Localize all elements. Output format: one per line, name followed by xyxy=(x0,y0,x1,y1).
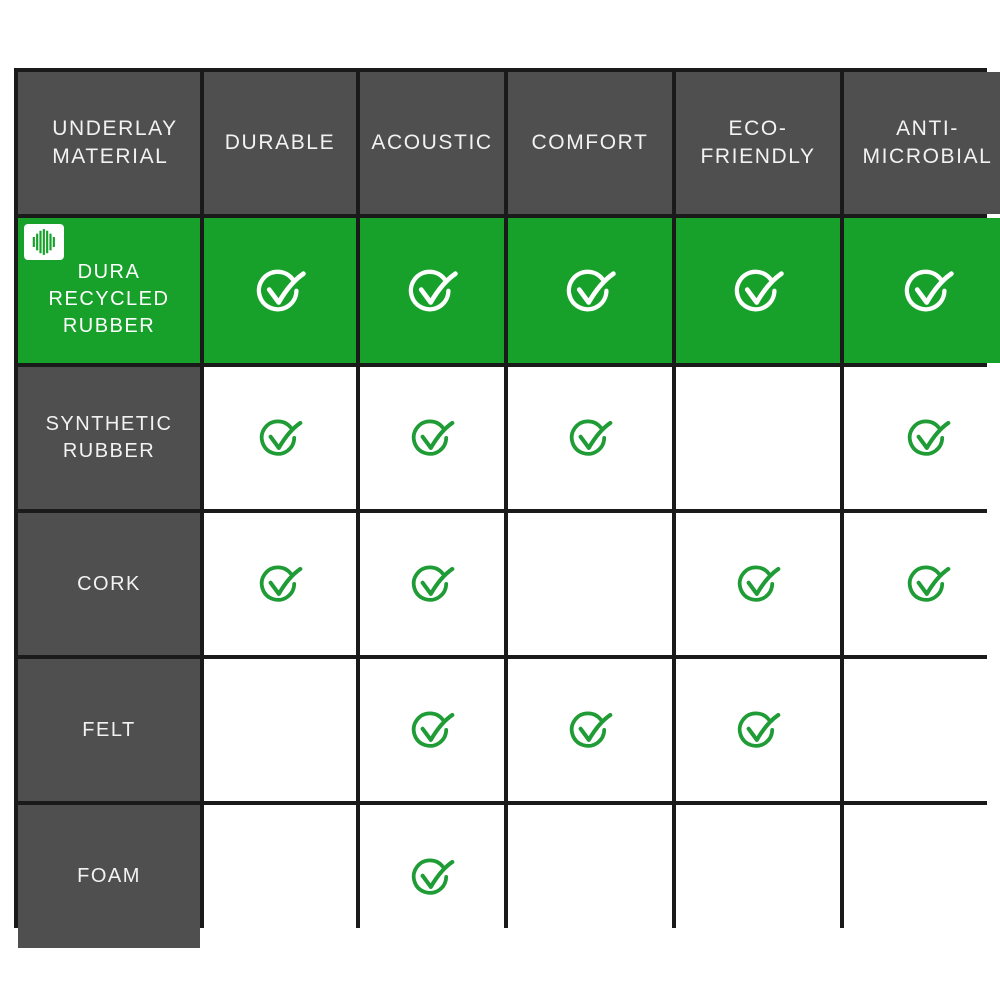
column-header-material: UNDERLAY MATERIAL xyxy=(18,72,200,214)
check-circle-icon xyxy=(259,565,303,602)
check-circle-icon xyxy=(737,565,781,602)
check-circle-icon xyxy=(569,711,613,748)
cell-eco-row-3 xyxy=(676,659,840,801)
cell-comfort-row-1 xyxy=(508,367,672,509)
column-header-comfort: COMFORT xyxy=(508,72,672,214)
column-header-antimicrobial: ANTI- MICROBIAL xyxy=(844,72,1000,214)
check-circle-icon xyxy=(569,419,613,456)
cell-comfort-row-2 xyxy=(508,513,672,655)
column-header-eco: ECO- FRIENDLY xyxy=(676,72,840,214)
check-circle-icon xyxy=(411,565,455,602)
check-circle-icon xyxy=(904,269,954,311)
check-circle-icon xyxy=(411,419,455,456)
column-header-label: ACOUSTIC xyxy=(371,131,493,155)
cell-comfort-row-0 xyxy=(508,218,672,363)
cell-antimicrobial-row-4 xyxy=(844,805,1000,948)
column-header-label: UNDERLAY MATERIAL xyxy=(52,117,178,168)
column-header-label: ECO- FRIENDLY xyxy=(700,117,816,168)
row-header-label: SYNTHETIC RUBBER xyxy=(45,413,173,462)
comparison-table-page: UNDERLAY MATERIAL DURABLE ACOUSTIC COMFORT E… xyxy=(0,0,1000,1000)
row-header-0: DURA RECYCLED RUBBER xyxy=(18,218,200,363)
column-header-label: COMFORT xyxy=(531,131,649,155)
cell-acoustic-row-1 xyxy=(360,367,504,509)
check-circle-icon xyxy=(256,269,306,311)
row-header-label: FOAM xyxy=(77,865,141,888)
column-header-durable: DURABLE xyxy=(204,72,356,214)
underlay-material-comparison-table: UNDERLAY MATERIAL DURABLE ACOUSTIC COMFORT E… xyxy=(14,68,1000,948)
row-header-3: FELT xyxy=(18,659,200,801)
row-header-4: FOAM xyxy=(18,805,200,948)
check-circle-icon xyxy=(737,711,781,748)
cell-antimicrobial-row-1 xyxy=(844,367,1000,509)
cell-durable-row-1 xyxy=(204,367,356,509)
cell-eco-row-1 xyxy=(676,367,840,509)
cell-acoustic-row-0 xyxy=(360,218,504,363)
cell-acoustic-row-4 xyxy=(360,805,504,948)
check-circle-icon xyxy=(907,419,950,456)
dura-brand-logo-icon xyxy=(32,229,55,255)
row-header-1: SYNTHETIC RUBBER xyxy=(18,367,200,509)
cell-comfort-row-4 xyxy=(508,805,672,948)
column-header-label: ANTI- MICROBIAL xyxy=(862,117,993,168)
cell-eco-row-4 xyxy=(676,805,840,948)
check-circle-icon xyxy=(734,269,784,311)
row-header-2: CORK xyxy=(18,513,200,655)
check-circle-icon xyxy=(566,269,616,311)
cell-antimicrobial-row-0 xyxy=(844,218,1000,363)
cell-eco-row-0 xyxy=(676,218,840,363)
cell-antimicrobial-row-2 xyxy=(844,513,1000,655)
check-circle-icon xyxy=(411,858,455,895)
row-header-label: FELT xyxy=(82,718,136,741)
cell-durable-row-3 xyxy=(204,659,356,801)
cell-acoustic-row-3 xyxy=(360,659,504,801)
check-circle-icon xyxy=(259,419,303,456)
cell-antimicrobial-row-3 xyxy=(844,659,1000,801)
cell-durable-row-0 xyxy=(204,218,356,363)
cell-eco-row-2 xyxy=(676,513,840,655)
cell-comfort-row-3 xyxy=(508,659,672,801)
column-header-acoustic: ACOUSTIC xyxy=(360,72,504,214)
cell-durable-row-4 xyxy=(204,805,356,948)
check-circle-icon xyxy=(907,565,950,602)
dura-brand-logo-badge xyxy=(24,224,64,260)
cell-acoustic-row-2 xyxy=(360,513,504,655)
row-header-label: CORK xyxy=(77,572,141,595)
check-circle-icon xyxy=(408,269,458,311)
row-header-label: DURA RECYCLED RUBBER xyxy=(48,261,170,337)
check-circle-icon xyxy=(411,711,455,748)
cell-durable-row-2 xyxy=(204,513,356,655)
column-header-label: DURABLE xyxy=(224,131,336,155)
